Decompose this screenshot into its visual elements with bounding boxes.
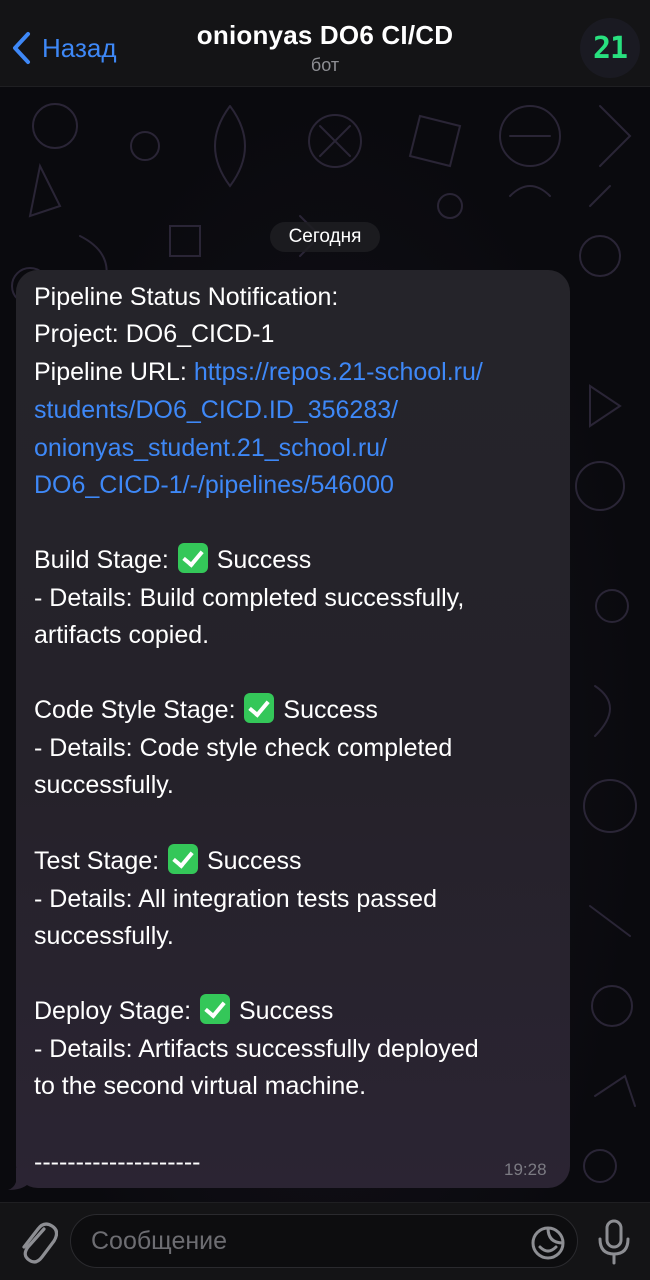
deploy-details: - Details: Artifacts successfully deploy… <box>34 1035 479 1063</box>
message-url-row: Pipeline URL: https://repos.21-school.ru… <box>34 353 483 391</box>
build-stage-row: Build Stage: Success <box>34 541 311 579</box>
deploy-stage-row: Deploy Stage: Success <box>34 992 333 1030</box>
telegram-chat-screen: Назад onionyas DO6 CI/CD бот 21 Сегодня … <box>0 0 650 1280</box>
code-style-stage-status: Success <box>276 696 378 724</box>
check-mark-button-icon <box>244 693 275 723</box>
build-stage-label: Build Stage: <box>34 546 176 574</box>
test-details: successfully. <box>34 922 174 950</box>
build-details: artifacts copied. <box>34 621 210 649</box>
deploy-stage-label: Deploy Stage: <box>34 997 198 1025</box>
message-input-bar <box>0 1202 650 1280</box>
pipeline-url-link[interactable]: https://repos.21-school.ru/ <box>194 358 483 386</box>
code-style-details: successfully. <box>34 771 174 799</box>
message-separator: -------------------- <box>34 1148 201 1176</box>
code-style-details: - Details: Code style check completed <box>34 734 453 762</box>
message-timestamp: 19:28 <box>504 1160 547 1179</box>
pipeline-url-link[interactable]: onionyas_student.21_school.ru/ <box>34 429 387 467</box>
avatar-logo-text: 21 <box>592 30 628 66</box>
chat-subtitle: бот <box>310 55 340 75</box>
test-details: - Details: All integration tests passed <box>34 885 437 913</box>
test-stage-row: Test Stage: Success <box>34 842 301 880</box>
paperclip-icon[interactable] <box>14 1215 58 1265</box>
bubble-tail <box>8 1168 28 1190</box>
chat-title[interactable]: onionyas DO6 CI/CD <box>0 20 650 51</box>
message-project: Project: DO6_CICD-1 <box>34 320 275 348</box>
pipeline-url-link[interactable]: students/DO6_CICD.ID_356283/ <box>34 391 398 429</box>
message-heading: Pipeline Status Notification: <box>34 283 339 311</box>
sticker-icon[interactable] <box>530 1225 566 1261</box>
check-mark-button-icon <box>200 994 230 1024</box>
build-stage-status: Success <box>209 546 312 574</box>
check-mark-button-icon <box>177 543 208 573</box>
deploy-stage-status: Success <box>232 997 334 1025</box>
date-chip: Сегодня <box>270 222 380 252</box>
pipeline-url-link[interactable]: DO6_CICD-1/-/pipelines/546000 <box>34 466 394 504</box>
message-input[interactable] <box>70 1214 578 1268</box>
microphone-icon[interactable] <box>594 1219 634 1265</box>
code-style-stage-row: Code Style Stage: Success <box>34 691 378 729</box>
test-stage-label: Test Stage: <box>34 847 167 875</box>
deploy-details: to the second virtual machine. <box>34 1072 367 1100</box>
build-details: - Details: Build completed successfully, <box>34 584 465 612</box>
check-mark-button-icon <box>168 844 199 874</box>
bot-avatar[interactable]: 21 <box>580 18 640 78</box>
chat-header: Назад onionyas DO6 CI/CD бот 21 <box>0 0 650 87</box>
url-prefix: Pipeline URL: <box>34 358 194 386</box>
test-stage-status: Success <box>200 847 302 875</box>
code-style-stage-label: Code Style Stage: <box>34 696 243 724</box>
